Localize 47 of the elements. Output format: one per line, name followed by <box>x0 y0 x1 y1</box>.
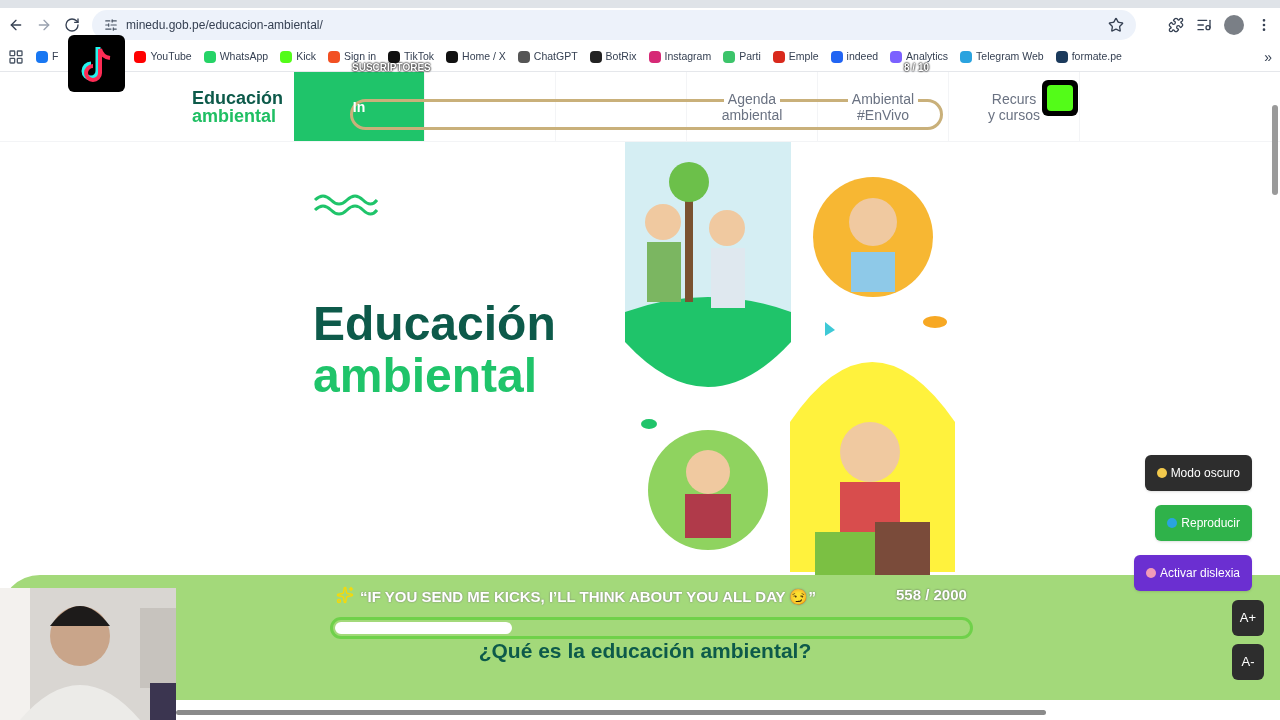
kick-logo-icon <box>1042 80 1078 116</box>
subscribers-label: SUSCRIPTORES <box>352 63 431 73</box>
profile-avatar[interactable] <box>1224 15 1244 35</box>
font-size-button[interactable]: A- <box>1232 644 1264 680</box>
bookmark-item[interactable]: BotRix <box>589 50 637 63</box>
more-bookmarks[interactable]: » <box>1264 49 1272 64</box>
goal-count: 558 / 2000 <box>896 585 967 605</box>
nav-tab[interactable]: Agenda ambiental <box>687 72 818 141</box>
media-icon[interactable] <box>1196 17 1212 33</box>
bookmark-item[interactable]: ChatGPT <box>517 50 578 63</box>
subscribers-count: 8 / 10 <box>904 63 930 73</box>
section-title: ¿Qué es la educación ambiental? <box>477 638 812 664</box>
url-text: minedu.gob.pe/educacion-ambiental/ <box>126 17 324 34</box>
font-size-button[interactable]: A+ <box>1232 600 1264 636</box>
goal-text: “IF YOU SEND ME KICKS, I’LL THINK ABOUT YOU ALL DAY 😏” <box>360 587 816 607</box>
wave-icon <box>313 192 379 218</box>
nav-tab[interactable]: Ambiental #EnVivo <box>818 72 949 141</box>
bookmark-item[interactable]: Sign in <box>328 50 377 63</box>
back-icon[interactable] <box>8 17 24 33</box>
bookmark-item[interactable]: Parti <box>723 50 761 63</box>
bookmark-item[interactable]: Home / X <box>446 50 506 63</box>
bookmark-item[interactable]: indeed <box>830 50 879 63</box>
vertical-scrollbar[interactable] <box>1272 105 1278 195</box>
sparkle-icon <box>336 586 354 604</box>
apps-icon[interactable] <box>8 48 24 65</box>
horizontal-scrollbar[interactable] <box>176 710 1046 715</box>
extensions-icon[interactable] <box>1168 17 1184 33</box>
bookmark-item[interactable]: F <box>36 50 59 63</box>
site-logo[interactable]: Educación ambiental <box>192 72 294 141</box>
reload-icon[interactable] <box>64 17 80 33</box>
bookmark-star-icon[interactable] <box>1108 17 1124 33</box>
bookmark-item[interactable]: WhatsApp <box>203 50 269 63</box>
bookmark-item[interactable]: Instagram <box>648 50 712 63</box>
bookmark-item[interactable]: formate.pe <box>1055 50 1122 63</box>
accessibility-button[interactable]: Activar dislexia <box>1133 555 1252 591</box>
tiktok-logo-icon <box>68 35 125 92</box>
bookmark-item[interactable]: Telegram Web <box>960 50 1044 63</box>
hero-title: Educación <box>313 298 557 350</box>
bookmark-item[interactable]: Analytics <box>890 50 949 63</box>
accessibility-button[interactable]: Modo oscuro <box>1144 455 1252 491</box>
address-bar[interactable]: minedu.gob.pe/educacion-ambiental/ <box>92 10 1136 40</box>
bookmark-item[interactable]: YouTube <box>134 50 192 63</box>
site-settings-icon[interactable] <box>104 18 118 32</box>
bookmark-item[interactable]: Emple <box>772 50 819 63</box>
bookmark-item[interactable]: Kick <box>280 50 316 63</box>
hero-subtitle: ambiental <box>313 350 539 402</box>
bookmark-item[interactable]: TikTok <box>388 50 435 63</box>
